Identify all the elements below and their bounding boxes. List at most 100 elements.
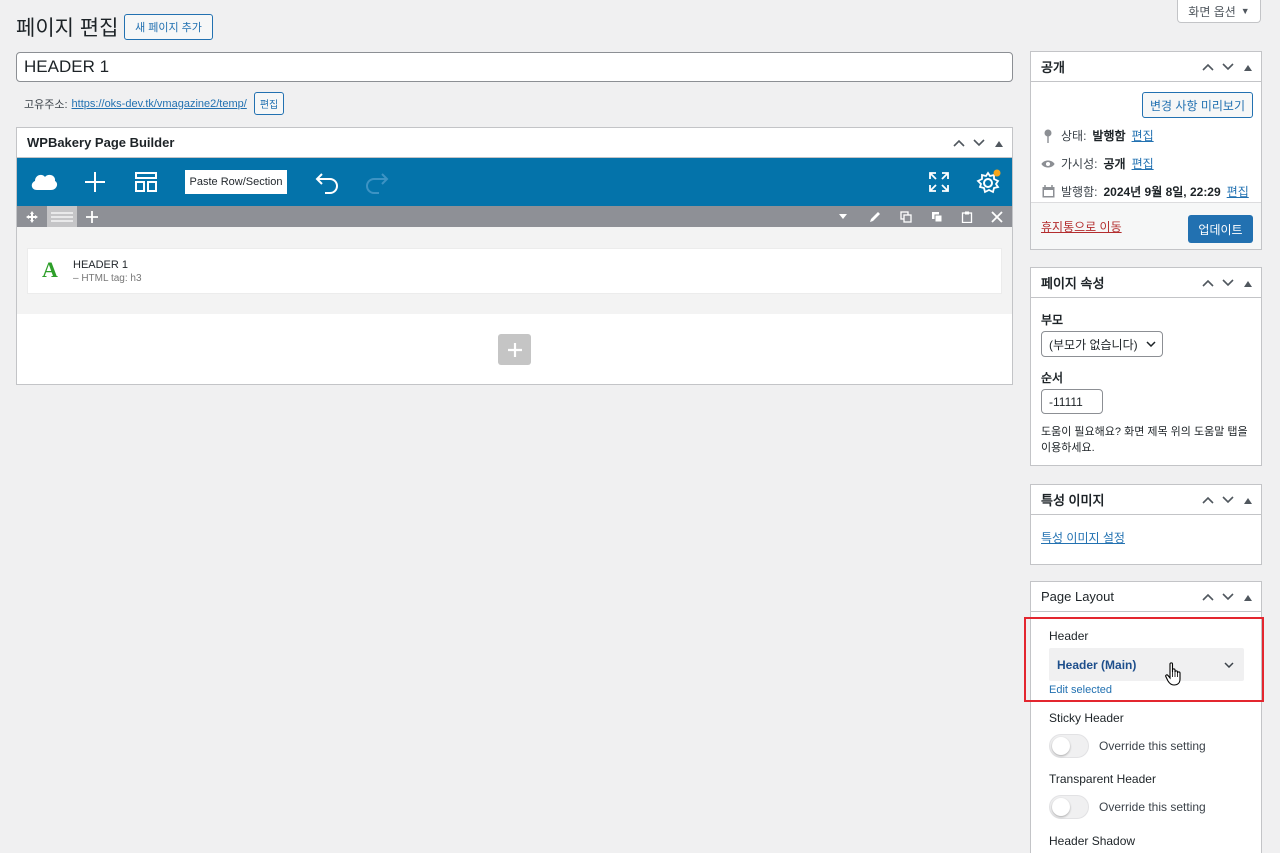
element-subtitle: – HTML tag: h3: [73, 273, 142, 284]
chevron-down-icon[interactable]: [1221, 276, 1235, 290]
visibility-edit-link[interactable]: 편집: [1132, 155, 1154, 172]
element-title: HEADER 1: [73, 259, 129, 271]
screen-options-label: 화면 옵션: [1188, 4, 1236, 19]
heading-element[interactable]: A HEADER 1 – HTML tag: h3: [27, 248, 1002, 294]
permalink-url[interactable]: https://oks-dev.tk/vmagazine2/temp/: [72, 98, 247, 110]
highlight-box: [1024, 617, 1264, 702]
add-row-button[interactable]: [498, 334, 531, 365]
visibility-label: 가시성:: [1061, 157, 1098, 171]
edit-row-icon[interactable]: [866, 206, 884, 227]
order-label: 순서: [1041, 371, 1064, 385]
toggle-arrow-icon[interactable]: [1241, 493, 1255, 507]
move-row-icon[interactable]: [23, 206, 41, 227]
wpbakery-box: WPBakery Page Builder Paste Row/Section: [16, 127, 1013, 385]
publish-actions: 휴지통으로 이동 업데이트: [1031, 202, 1261, 249]
set-featured-image-link[interactable]: 특성 이미지 설정: [1041, 529, 1125, 546]
fullscreen-icon[interactable]: [927, 170, 951, 194]
transparent-header-toggle[interactable]: [1049, 795, 1089, 819]
wpbakery-logo-icon[interactable]: [29, 170, 59, 194]
add-new-page-button[interactable]: 새 페이지 추가: [124, 14, 213, 40]
hand-cursor-icon: [1165, 662, 1183, 691]
chevron-up-icon[interactable]: [1201, 493, 1215, 507]
page-title: 페이지 편집: [16, 17, 119, 40]
order-input[interactable]: -11111: [1041, 389, 1103, 414]
publish-box-header: 공개: [1031, 52, 1261, 82]
page-attributes-title: 페이지 속성: [1041, 276, 1105, 291]
page-layout-title: Page Layout: [1041, 589, 1115, 604]
published-date-row: 발행함: 2024년 9월 8일, 22:29 편집: [1041, 183, 1249, 200]
paste-row-icon[interactable]: [958, 206, 976, 227]
settings-gear-icon[interactable]: [976, 169, 1002, 195]
chevron-up-icon[interactable]: [1201, 276, 1215, 290]
published-date: 2024년 9월 8일, 22:29: [1103, 185, 1221, 199]
status-label: 상태:: [1061, 129, 1087, 143]
pin-icon: [1041, 129, 1055, 143]
chevron-down-icon[interactable]: [972, 136, 986, 150]
copy-row-icon[interactable]: [928, 206, 946, 227]
toggle-arrow-icon[interactable]: [1241, 60, 1255, 74]
sticky-header-toggle-label: Override this setting: [1099, 739, 1206, 753]
publish-box-title: 공개: [1041, 60, 1065, 75]
parent-label: 부모: [1041, 313, 1064, 327]
permalink-edit-button[interactable]: 편집: [253, 92, 285, 115]
chevron-up-icon[interactable]: [1201, 60, 1215, 74]
row-controls-bar: [17, 206, 1012, 227]
delete-row-icon[interactable]: [988, 206, 1006, 227]
row-dropdown-icon[interactable]: [836, 206, 850, 227]
toggle-arrow-icon[interactable]: [992, 136, 1006, 150]
page-layout-header: Page Layout: [1031, 582, 1261, 612]
wpbakery-toolbar: Paste Row/Section: [17, 158, 1012, 206]
parent-select[interactable]: (부모가 없습니다): [1041, 331, 1163, 357]
toggle-arrow-icon[interactable]: [1241, 276, 1255, 290]
eye-icon: [1041, 159, 1055, 169]
transparent-header-row: Override this setting: [1049, 795, 1206, 819]
redo-icon[interactable]: [364, 170, 390, 194]
transparent-header-label: Transparent Header: [1049, 772, 1156, 786]
header-shadow-label: Header Shadow: [1049, 834, 1136, 848]
chevron-down-icon[interactable]: [1221, 493, 1235, 507]
permalink: 고유주소: https://oks-dev.tk/vmagazine2/temp…: [24, 92, 285, 115]
permalink-label: 고유주소:: [24, 98, 68, 111]
featured-image-header: 특성 이미지: [1031, 485, 1261, 515]
custom-heading-icon: A: [42, 257, 58, 282]
sticky-header-label: Sticky Header: [1049, 711, 1124, 725]
publish-box: 공개 변경 사항 미리보기 상태: 발행함 편집 가시성: 공개 편집 발행함:…: [1030, 51, 1262, 250]
chevron-down-icon[interactable]: [1221, 60, 1235, 74]
undo-icon[interactable]: [314, 170, 340, 194]
visibility-row: 가시성: 공개 편집: [1041, 155, 1154, 172]
parent-select-value: (부모가 없습니다): [1049, 337, 1138, 352]
clone-row-icon[interactable]: [897, 206, 915, 227]
chevron-up-icon[interactable]: [952, 136, 966, 150]
add-column-icon[interactable]: [83, 206, 101, 227]
published-edit-link[interactable]: 편집: [1227, 183, 1249, 200]
chevron-down-icon: [1146, 338, 1156, 350]
status-edit-link[interactable]: 편집: [1132, 127, 1154, 144]
add-element-icon[interactable]: [83, 170, 107, 194]
caret-down-icon: ▼: [1240, 6, 1250, 16]
featured-image-box: 특성 이미지 특성 이미지 설정: [1030, 484, 1262, 565]
transparent-header-toggle-label: Override this setting: [1099, 800, 1206, 814]
toggle-arrow-icon[interactable]: [1241, 590, 1255, 604]
preview-changes-button[interactable]: 변경 사항 미리보기: [1142, 92, 1253, 118]
row-content: A HEADER 1 – HTML tag: h3: [17, 227, 1012, 314]
published-label: 발행함:: [1061, 185, 1098, 199]
row-layout-icon[interactable]: [47, 206, 77, 227]
move-to-trash-link[interactable]: 휴지통으로 이동: [1041, 218, 1122, 235]
chevron-down-icon[interactable]: [1221, 590, 1235, 604]
post-title-input[interactable]: HEADER 1: [16, 52, 1013, 82]
calendar-icon: [1041, 185, 1055, 198]
status-value: 발행함: [1092, 129, 1126, 143]
paste-row-button[interactable]: Paste Row/Section: [185, 170, 287, 194]
featured-image-title: 특성 이미지: [1041, 493, 1105, 508]
status-row: 상태: 발행함 편집: [1041, 127, 1154, 144]
sticky-header-row: Override this setting: [1049, 734, 1206, 758]
sticky-header-toggle[interactable]: [1049, 734, 1089, 758]
screen-options-button[interactable]: 화면 옵션 ▼: [1177, 0, 1261, 23]
page-attributes-box: 페이지 속성 부모 (부모가 없습니다) 순서 -11111 도움이 필요해요?…: [1030, 267, 1262, 466]
templates-icon[interactable]: [134, 170, 158, 194]
page-attributes-header: 페이지 속성: [1031, 268, 1261, 298]
chevron-up-icon[interactable]: [1201, 590, 1215, 604]
update-button[interactable]: 업데이트: [1188, 215, 1253, 243]
wpbakery-box-header: WPBakery Page Builder: [17, 128, 1012, 158]
help-text: 도움이 필요해요? 화면 제목 위의 도움말 탭을 이용하세요.: [1041, 426, 1248, 454]
